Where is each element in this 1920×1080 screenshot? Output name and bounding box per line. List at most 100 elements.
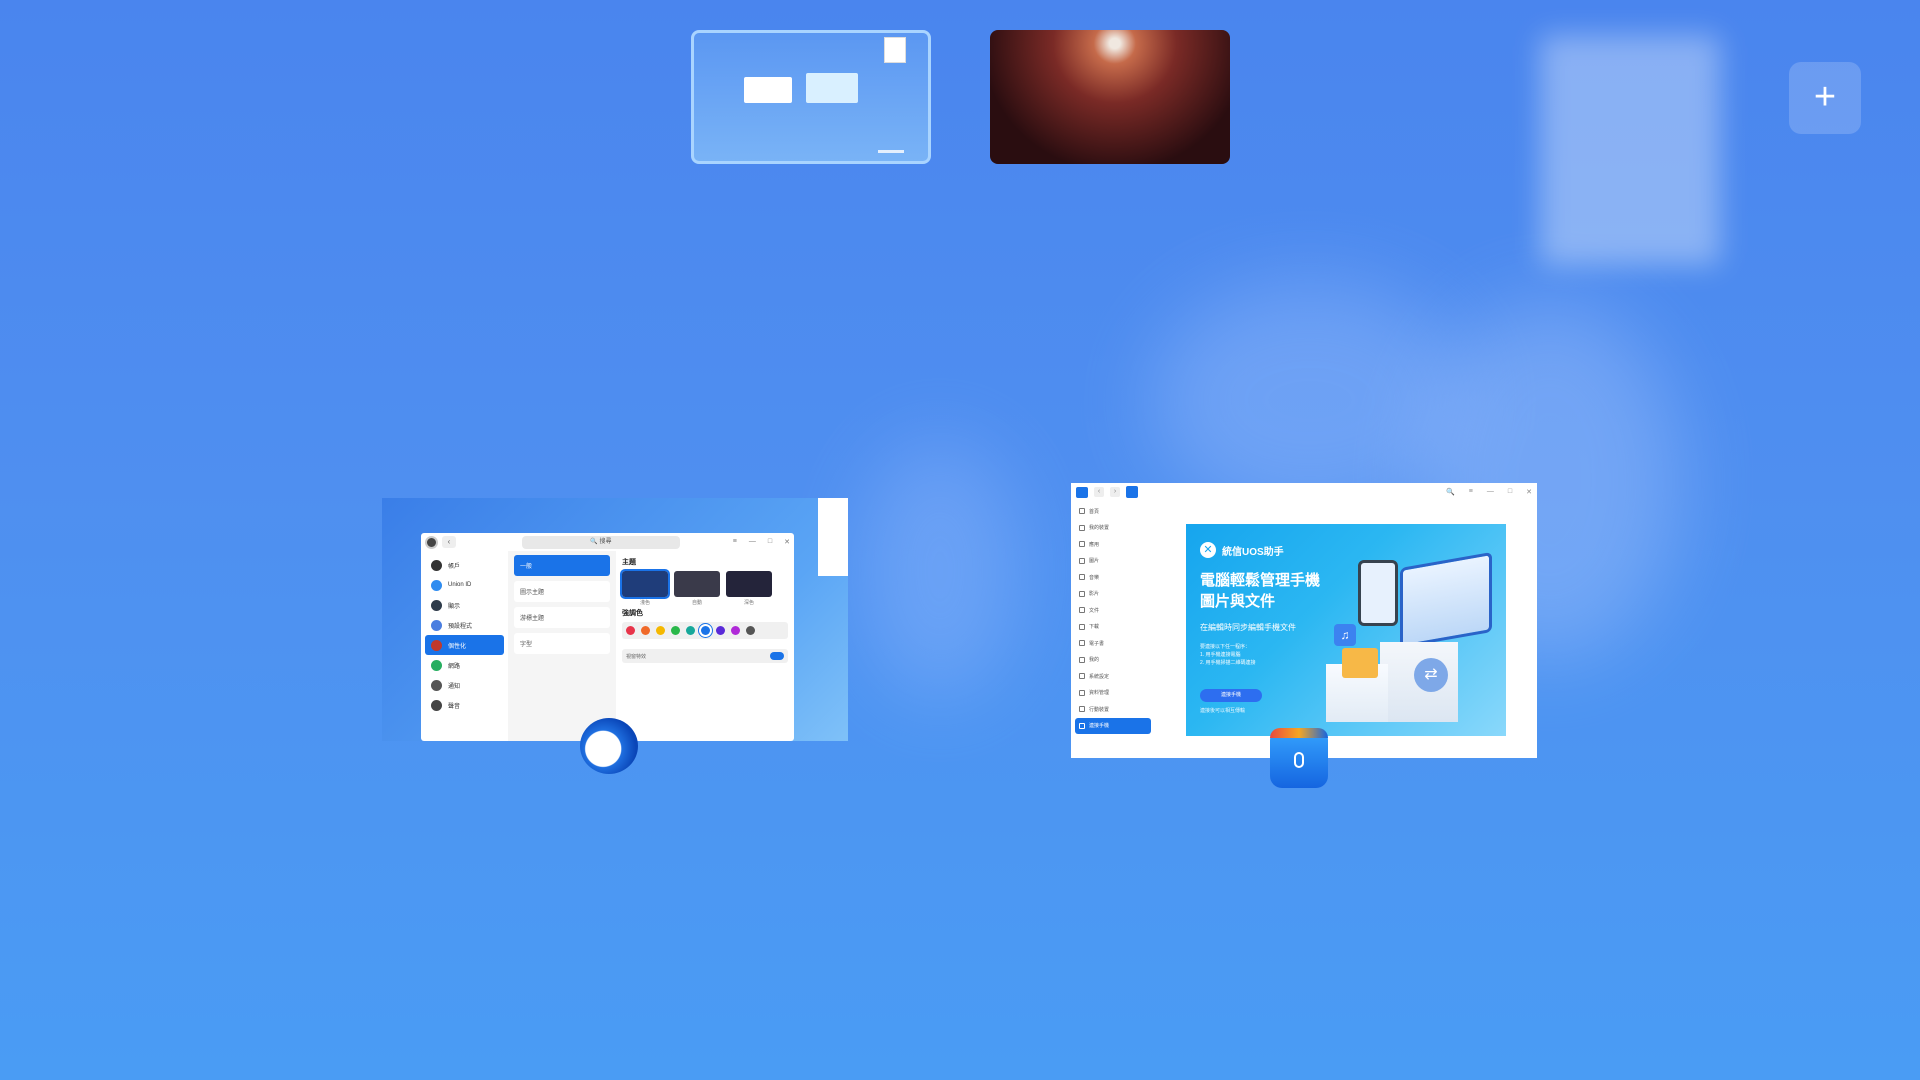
theme-label: 深色: [743, 600, 754, 606]
sidebar-item[interactable]: 顯示: [425, 595, 504, 615]
sidebar-item[interactable]: 網路: [425, 655, 504, 675]
music-icon: ♫: [1334, 624, 1356, 646]
sidebar-item-label: 文件: [1089, 607, 1100, 614]
minimize-icon[interactable]: —: [1487, 488, 1494, 496]
accent-color-swatch[interactable]: [731, 626, 740, 635]
sync-icon: ⇄: [1414, 658, 1448, 692]
settings-window-preview[interactable]: ‹ 🔍 搜尋 ≡ — □ ✕ 帳戶 Union ID 顯示 預設程式個性化網路通知 聲音…: [421, 533, 794, 741]
assistant-sidebar: 首頁我的裝置 應用 圖片 音樂 影片文件下載電子書我的 系統設定資料管理行動裝置 連接手機: [1075, 503, 1151, 734]
add-workspace-button[interactable]: +: [1789, 62, 1861, 134]
effects-toggle[interactable]: [770, 652, 784, 660]
minimize-icon[interactable]: —: [749, 538, 756, 546]
sidebar-item[interactable]: 聲音: [425, 695, 504, 715]
settings-app-icon[interactable]: [580, 718, 638, 774]
close-icon[interactable]: ✕: [1526, 488, 1532, 496]
sidebar-item[interactable]: 資料管理: [1075, 685, 1151, 702]
sidebar-item[interactable]: 首頁: [1075, 503, 1151, 520]
subsection-item[interactable]: 一般: [514, 555, 610, 576]
sidebar-item[interactable]: 應用: [1075, 536, 1151, 553]
accent-color-swatch[interactable]: [746, 626, 755, 635]
sidebar-item-icon: [1079, 541, 1085, 548]
sidebar-item-icon: [431, 579, 442, 591]
accent-color-swatch[interactable]: [716, 626, 725, 635]
subsection-item[interactable]: 字型: [514, 633, 610, 654]
wallpaper-swirl: [860, 440, 1020, 700]
search-input[interactable]: 🔍 搜尋: [522, 535, 680, 549]
accent-color-swatch[interactable]: [671, 626, 680, 635]
maximize-icon[interactable]: □: [768, 538, 772, 546]
theme-option[interactable]: [726, 571, 772, 597]
sidebar-item-icon: [431, 559, 442, 571]
mini-settings-window: [744, 77, 792, 103]
settings-subsections: 一般圖示主題游標主題字型: [508, 551, 616, 741]
laptop-illustration: [1400, 551, 1492, 649]
sidebar-item[interactable]: 行動裝置: [1075, 701, 1151, 718]
sidebar-item-label: 電子書: [1089, 640, 1105, 647]
close-icon[interactable]: ✕: [784, 538, 790, 546]
workspace-thumbnail-1[interactable]: [691, 30, 931, 164]
sidebar-item-icon: [431, 699, 442, 711]
sidebar-item-icon: [1079, 722, 1085, 729]
accent-color-swatch[interactable]: [656, 626, 665, 635]
back-button[interactable]: ‹: [1094, 487, 1104, 497]
sidebar-item-icon: [1079, 557, 1085, 564]
accent-color-swatch[interactable]: [626, 626, 635, 635]
back-button[interactable]: ‹: [442, 536, 456, 548]
menu-icon[interactable]: ≡: [1469, 488, 1473, 496]
sidebar-item[interactable]: 下載: [1075, 619, 1151, 636]
mini-qr-code: [884, 37, 906, 63]
sidebar-item[interactable]: 音樂: [1075, 569, 1151, 586]
sidebar-item-label: Union ID: [448, 582, 472, 588]
theme-title: 主題: [622, 559, 636, 566]
sidebar-item-icon: [431, 659, 442, 671]
sidebar-item-label: 網路: [448, 663, 461, 670]
search-icon[interactable]: 🔍: [1446, 488, 1455, 496]
subsection-item[interactable]: 游標主題: [514, 607, 610, 628]
connect-phone-button[interactable]: 連接手機: [1200, 689, 1262, 702]
accent-color-swatch[interactable]: [641, 626, 650, 635]
sidebar-item-icon: [1079, 590, 1085, 597]
effects-row: 視窗特效: [622, 649, 788, 663]
brand: ✕ 統信UOS助手: [1200, 542, 1492, 558]
sidebar-item[interactable]: Union ID: [425, 575, 504, 595]
settings-app-logo: [425, 535, 438, 549]
theme-option[interactable]: [674, 571, 720, 597]
sidebar-item[interactable]: 影片: [1075, 586, 1151, 603]
accent-color-swatch[interactable]: [701, 626, 710, 635]
sidebar-item[interactable]: 預設程式: [425, 615, 504, 635]
sidebar-item-icon: [1079, 623, 1085, 630]
sidebar-item-icon: [1079, 524, 1085, 531]
mini-caption: [878, 150, 904, 153]
sidebar-item[interactable]: 我的: [1075, 652, 1151, 669]
subsection-label: 字型: [520, 642, 533, 648]
sidebar-item[interactable]: 帳戶: [425, 555, 504, 575]
assistant-app-icon[interactable]: [1270, 728, 1328, 788]
menu-icon[interactable]: ≡: [733, 538, 737, 546]
sidebar-item[interactable]: 通知: [425, 675, 504, 695]
sidebar-item[interactable]: 個性化: [425, 635, 504, 655]
theme-option[interactable]: [620, 569, 670, 599]
assistant-titlebar: ‹ › 🔍 ≡ — □ ✕: [1071, 483, 1537, 501]
maximize-icon[interactable]: □: [1508, 488, 1512, 496]
theme-label: 淺色: [639, 600, 650, 606]
assistant-window-preview[interactable]: ‹ › 🔍 ≡ — □ ✕ 首頁我的裝置 應用 圖片 音樂 影片文件下載電子書我的 系統設…: [1071, 483, 1537, 758]
sidebar-item-icon: [1079, 574, 1085, 581]
sidebar-item-label: 帳戶: [448, 563, 461, 570]
sidebar-item-label: 首頁: [1089, 508, 1100, 515]
phone-illustration: [1358, 560, 1398, 626]
workspace-thumbnail-2[interactable]: [990, 30, 1230, 164]
mini-assistant-window: [806, 73, 858, 103]
phone-icon[interactable]: [1126, 486, 1138, 498]
sidebar-item-label: 資料管理: [1089, 690, 1110, 697]
sidebar-item[interactable]: 我的裝置: [1075, 520, 1151, 537]
sidebar-item[interactable]: 系統設定: [1075, 668, 1151, 685]
assistant-banner: ✕ 統信UOS助手 電腦輕鬆管理手機 圖片與文件 在編輯時同步編輯手機文件 要連…: [1186, 524, 1506, 736]
sidebar-item[interactable]: 圖片: [1075, 553, 1151, 570]
subsection-item[interactable]: 圖示主題: [514, 581, 610, 602]
sidebar-item[interactable]: 文件: [1075, 602, 1151, 619]
sidebar-item-label: 個性化: [448, 643, 467, 650]
accent-color-swatch[interactable]: [686, 626, 695, 635]
sidebar-item[interactable]: 連接手機: [1075, 717, 1151, 734]
forward-button[interactable]: ›: [1110, 487, 1120, 497]
sidebar-item[interactable]: 電子書: [1075, 635, 1151, 652]
